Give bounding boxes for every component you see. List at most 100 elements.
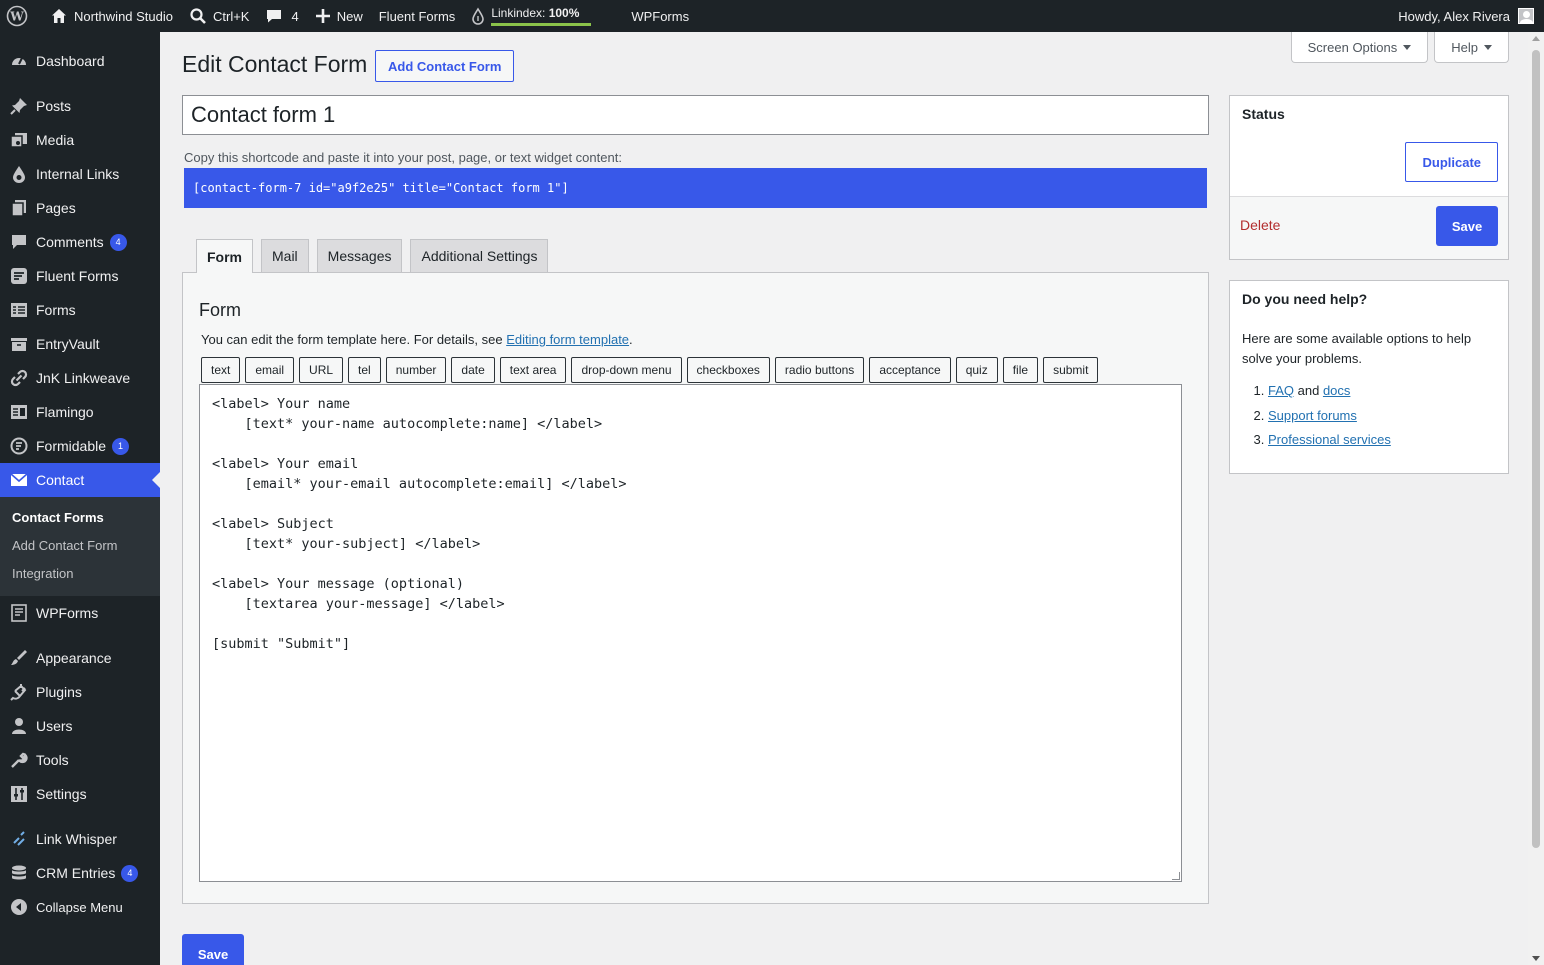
sidebar-item-comments[interactable]: Comments 4 [0, 225, 160, 259]
sidebar-item-forms[interactable]: Forms [0, 293, 160, 327]
tag-button-acceptance[interactable]: acceptance [869, 357, 951, 383]
tag-button-radio[interactable]: radio buttons [774, 357, 865, 383]
help-links: FAQ and docs Support forums Professional… [1268, 379, 1391, 453]
admin-bar: W Northwind Studio Ctrl+K 4 New Fluent F… [0, 0, 1544, 32]
submenu-add-contact-form[interactable]: Add Contact Form [0, 532, 160, 560]
support-forums-link[interactable]: Support forums [1268, 408, 1357, 423]
sidebar-item-users[interactable]: Users [0, 709, 160, 743]
page-scrollbar[interactable] [1528, 32, 1544, 965]
delete-link[interactable]: Delete [1240, 217, 1280, 233]
scroll-down-arrow-icon[interactable] [1532, 956, 1540, 961]
status-box: Status Duplicate Delete Save [1229, 95, 1509, 260]
admin-sidebar: Dashboard Posts Media Internal Links Pag… [0, 32, 160, 965]
help-item-professional: Professional services [1268, 428, 1391, 453]
dashboard-icon [9, 51, 29, 71]
sidebar-item-internal-links[interactable]: Internal Links [0, 157, 160, 191]
help-item-support: Support forums [1268, 404, 1391, 429]
tag-button-dropdown[interactable]: drop-down menu [571, 357, 682, 383]
editing-form-template-link[interactable]: Editing form template [506, 332, 629, 347]
site-name-link[interactable]: Northwind Studio [42, 0, 181, 32]
panel-description-text: You can edit the form template here. For… [201, 332, 507, 347]
save-button[interactable]: Save [1436, 206, 1498, 246]
tag-button-text[interactable]: text [201, 357, 241, 383]
comments-link[interactable]: 4 [257, 0, 306, 32]
sidebar-item-pages[interactable]: Pages [0, 191, 160, 225]
sidebar-item-settings[interactable]: Settings [0, 777, 160, 811]
submenu-contact-forms[interactable]: Contact Forms [0, 504, 160, 532]
tab-additional-settings[interactable]: Additional Settings [410, 239, 549, 272]
tag-button-number[interactable]: number [385, 357, 447, 383]
sidebar-item-plugins[interactable]: Plugins [0, 675, 160, 709]
fluent-forms-link[interactable]: Fluent Forms [371, 0, 464, 32]
faq-link[interactable]: FAQ [1268, 383, 1294, 398]
tag-button-submit[interactable]: submit [1043, 357, 1099, 383]
form-title-input[interactable]: Contact form 1 [182, 95, 1209, 135]
form-template-editor[interactable]: <label> Your name [text* your-name autoc… [199, 384, 1182, 882]
tag-button-checkboxes[interactable]: checkboxes [686, 357, 770, 383]
save-button-bottom[interactable]: Save [182, 934, 244, 965]
fluent-forms-icon [9, 266, 29, 286]
help-box: Do you need help? Here are some availabl… [1229, 280, 1509, 474]
scroll-up-arrow-icon[interactable] [1532, 36, 1540, 41]
sidebar-item-flamingo[interactable]: Flamingo [0, 395, 160, 429]
sidebar-label: WPForms [36, 605, 99, 621]
collapse-menu-button[interactable]: Collapse Menu [0, 890, 160, 924]
sidebar-item-tools[interactable]: Tools [0, 743, 160, 777]
sidebar-item-media[interactable]: Media [0, 123, 160, 157]
submenu-integration[interactable]: Integration [0, 560, 160, 588]
shortcode-field[interactable]: [contact-form-7 id="a9f2e25" title="Cont… [184, 168, 1207, 208]
add-contact-form-button[interactable]: Add Contact Form [375, 50, 515, 82]
svg-text:W: W [9, 10, 24, 24]
sidebar-item-fluent-forms[interactable]: Fluent Forms [0, 259, 160, 293]
wordpress-logo-menu[interactable]: W [0, 0, 42, 32]
resize-handle[interactable] [1172, 872, 1180, 880]
tab-mail[interactable]: Mail [261, 239, 309, 272]
paintbrush-icon [9, 648, 29, 668]
screen-options-button[interactable]: Screen Options [1290, 32, 1429, 63]
sidebar-item-crm-entries[interactable]: CRM Entries 4 [0, 856, 160, 890]
form-panel: Form You can edit the form template here… [182, 272, 1209, 904]
sidebar-label: Link Whisper [36, 831, 117, 847]
sidebar-label: Pages [36, 200, 76, 216]
drop-icon [471, 7, 491, 25]
main-content: Screen Options Help Edit Contact Form Ad… [160, 32, 1544, 965]
drop-icon [9, 164, 29, 184]
professional-services-link[interactable]: Professional services [1268, 432, 1391, 447]
my-account-menu[interactable]: Howdy, Alex Rivera [1390, 0, 1536, 32]
panel-description: You can edit the form template here. For… [201, 332, 633, 347]
sidebar-item-contact[interactable]: Contact [0, 463, 160, 497]
scrollbar-thumb[interactable] [1532, 50, 1540, 848]
command-palette-button[interactable]: Ctrl+K [181, 0, 257, 32]
tag-button-tel[interactable]: tel [348, 357, 381, 383]
linkindex-menu[interactable]: Linkindex: 100% [463, 0, 623, 32]
tag-button-url[interactable]: URL [299, 357, 344, 383]
tag-button-email[interactable]: email [245, 357, 295, 383]
plus-icon [315, 8, 337, 24]
caret-down-icon [1484, 44, 1492, 50]
sidebar-label: Users [36, 718, 73, 734]
sidebar-label: Dashboard [36, 53, 105, 69]
archive-icon [9, 334, 29, 354]
tab-messages[interactable]: Messages [316, 239, 403, 272]
wpforms-link[interactable]: WPForms [623, 0, 697, 32]
panel-description-end: . [629, 332, 633, 347]
tab-form[interactable]: Form [196, 239, 253, 273]
sidebar-item-wpforms[interactable]: WPForms [0, 596, 160, 630]
sidebar-item-formidable[interactable]: Formidable 1 [0, 429, 160, 463]
tag-button-file[interactable]: file [1002, 357, 1039, 383]
sidebar-item-posts[interactable]: Posts [0, 89, 160, 123]
help-button[interactable]: Help [1434, 32, 1509, 63]
duplicate-button[interactable]: Duplicate [1405, 142, 1498, 182]
new-content-menu[interactable]: New [307, 0, 371, 32]
sidebar-item-appearance[interactable]: Appearance [0, 641, 160, 675]
link-icon [9, 368, 29, 388]
docs-link[interactable]: docs [1323, 383, 1350, 398]
sidebar-item-entryvault[interactable]: EntryVault [0, 327, 160, 361]
tag-button-date[interactable]: date [451, 357, 495, 383]
tag-button-textarea[interactable]: text area [499, 357, 567, 383]
sidebar-label: Settings [36, 786, 87, 802]
tag-button-quiz[interactable]: quiz [955, 357, 998, 383]
sidebar-item-link-whisper[interactable]: Link Whisper [0, 822, 160, 856]
sidebar-item-jnk-linkweave[interactable]: JnK Linkweave [0, 361, 160, 395]
sidebar-item-dashboard[interactable]: Dashboard [0, 44, 160, 78]
